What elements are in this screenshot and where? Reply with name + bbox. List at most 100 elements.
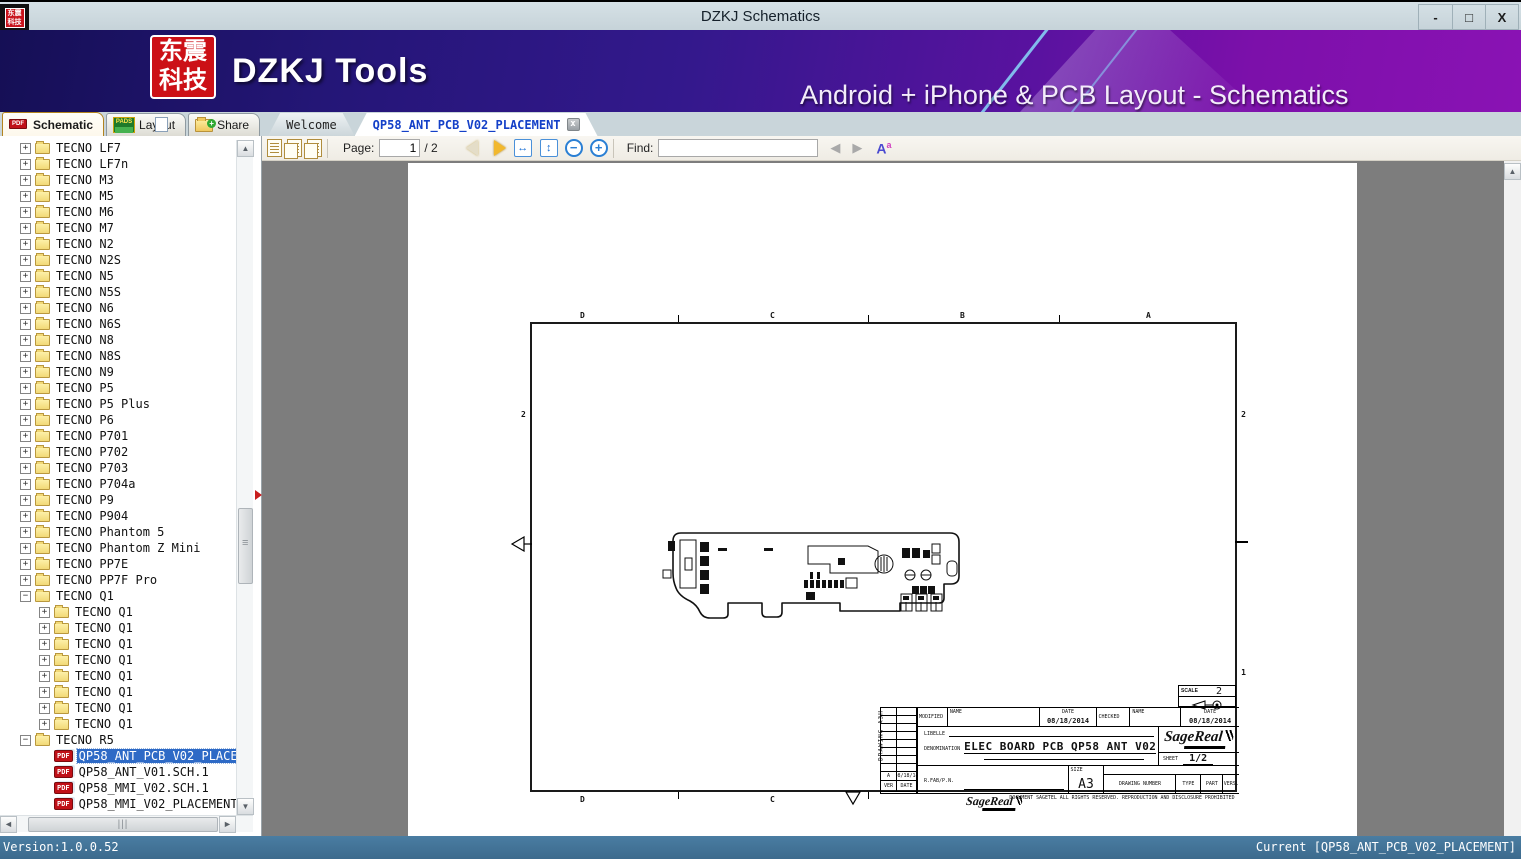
- collapse-icon[interactable]: −: [20, 734, 31, 746]
- expand-icon[interactable]: +: [20, 206, 31, 218]
- expand-icon[interactable]: +: [20, 158, 31, 170]
- tree-item[interactable]: + TECNO Q1: [0, 668, 236, 684]
- tree-item[interactable]: + TECNO PP7F Pro: [0, 572, 236, 588]
- expand-icon[interactable]: +: [39, 670, 50, 682]
- fit-page-icon[interactable]: ↕: [539, 139, 558, 157]
- tree-item[interactable]: + TECNO N5: [0, 268, 236, 284]
- expand-icon[interactable]: +: [39, 654, 50, 666]
- tree-item[interactable]: + TECNO Q1: [0, 636, 236, 652]
- expand-icon[interactable]: +: [20, 398, 31, 410]
- close-button[interactable]: X: [1485, 5, 1518, 29]
- tree-item[interactable]: + TECNO P904: [0, 508, 236, 524]
- expand-icon[interactable]: +: [20, 174, 31, 186]
- snapshot-icon[interactable]: [267, 139, 282, 157]
- expand-icon[interactable]: +: [20, 142, 31, 154]
- tab-schematic[interactable]: PDF Schematic: [2, 112, 168, 136]
- viewer-vertical-scrollbar[interactable]: ▲: [1504, 161, 1521, 836]
- tree-item[interactable]: + TECNO N2: [0, 236, 236, 252]
- tree-item[interactable]: + TECNO N6S: [0, 316, 236, 332]
- expand-icon[interactable]: +: [20, 366, 31, 378]
- expand-icon[interactable]: +: [20, 462, 31, 474]
- expand-icon[interactable]: +: [20, 350, 31, 362]
- expand-icon[interactable]: +: [20, 238, 31, 250]
- scroll-up-icon[interactable]: ▲: [237, 140, 254, 157]
- tree-item[interactable]: + TECNO PP7E: [0, 556, 236, 572]
- tree-item[interactable]: + TECNO M7: [0, 220, 236, 236]
- tree-item[interactable]: − TECNO R5: [0, 732, 236, 748]
- tree-item[interactable]: + TECNO P9: [0, 492, 236, 508]
- tree-item[interactable]: + TECNO N9: [0, 364, 236, 380]
- minimize-button[interactable]: -: [1419, 5, 1452, 29]
- expand-icon[interactable]: +: [39, 686, 50, 698]
- next-view-icon[interactable]: [304, 139, 322, 159]
- scroll-right-icon[interactable]: ►: [219, 816, 236, 833]
- doc-tab-current[interactable]: QP58_ANT_PCB_V02_PLACEMENT x: [355, 113, 598, 136]
- tree-item[interactable]: + TECNO M6: [0, 204, 236, 220]
- tree-item[interactable]: + TECNO N2S: [0, 252, 236, 268]
- maximize-button[interactable]: □: [1452, 5, 1485, 29]
- tree-item[interactable]: + TECNO P5: [0, 380, 236, 396]
- expand-icon[interactable]: +: [20, 190, 31, 202]
- expand-icon[interactable]: +: [39, 718, 50, 730]
- expand-icon[interactable]: +: [20, 574, 31, 586]
- tree-item[interactable]: + TECNO Q1: [0, 716, 236, 732]
- sidebar-horizontal-scrollbar[interactable]: ◄ ||| ►: [0, 815, 253, 833]
- previous-view-icon[interactable]: [284, 139, 302, 159]
- expand-icon[interactable]: +: [20, 254, 31, 266]
- previous-page-icon[interactable]: [465, 140, 478, 156]
- tree-item[interactable]: + TECNO Q1: [0, 620, 236, 636]
- expand-icon[interactable]: +: [20, 478, 31, 490]
- tree-item[interactable]: + TECNO Q1: [0, 652, 236, 668]
- tree-item[interactable]: + TECNO LF7: [0, 140, 236, 156]
- expand-icon[interactable]: +: [20, 558, 31, 570]
- zoom-out-icon[interactable]: −: [564, 139, 583, 157]
- sidebar-vertical-scrollbar[interactable]: ▲ ▼: [236, 140, 254, 815]
- tree-item[interactable]: − TECNO Q1: [0, 588, 236, 604]
- expand-icon[interactable]: +: [20, 334, 31, 346]
- tree-item[interactable]: + TECNO Phantom Z Mini: [0, 540, 236, 556]
- tree-item[interactable]: + TECNO Q1: [0, 684, 236, 700]
- expand-icon[interactable]: +: [20, 382, 31, 394]
- collapse-icon[interactable]: −: [20, 590, 31, 602]
- expand-icon[interactable]: +: [20, 318, 31, 330]
- next-page-icon[interactable]: [493, 140, 506, 156]
- tree-item[interactable]: PDFQP58_ANT_PCB_V02_PLACEMENT: [0, 748, 236, 764]
- tree-item[interactable]: + TECNO P702: [0, 444, 236, 460]
- tree-item[interactable]: + TECNO N5S: [0, 284, 236, 300]
- tab-share[interactable]: Share: [188, 113, 261, 136]
- match-case-icon[interactable]: Aa: [876, 140, 891, 157]
- expand-icon[interactable]: +: [39, 638, 50, 650]
- expand-icon[interactable]: +: [39, 606, 50, 618]
- tree-item[interactable]: + TECNO P5 Plus: [0, 396, 236, 412]
- find-next-icon[interactable]: ▶: [852, 140, 862, 156]
- expand-icon[interactable]: +: [20, 542, 31, 554]
- tree-item[interactable]: + TECNO M5: [0, 188, 236, 204]
- expand-icon[interactable]: +: [20, 286, 31, 298]
- fit-width-icon[interactable]: ↔: [513, 139, 532, 157]
- find-previous-icon[interactable]: ◀: [830, 140, 840, 156]
- tree-item[interactable]: + TECNO Q1: [0, 604, 236, 620]
- page-input[interactable]: [379, 139, 421, 157]
- expand-icon[interactable]: +: [39, 622, 50, 634]
- expand-icon[interactable]: +: [20, 430, 31, 442]
- tree-item[interactable]: + TECNO P703: [0, 460, 236, 476]
- tree-item[interactable]: PDF QP58_MMI_V02.SCH.1: [0, 780, 236, 796]
- tree-item[interactable]: PDF QP58_MMI_V02_PLACEMENT: [0, 796, 236, 812]
- scroll-down-icon[interactable]: ▼: [237, 798, 254, 815]
- tree-item[interactable]: + TECNO Phantom 5: [0, 524, 236, 540]
- splitter-collapse-arrow-icon[interactable]: [255, 490, 262, 500]
- expand-icon[interactable]: +: [20, 414, 31, 426]
- expand-icon[interactable]: +: [20, 494, 31, 506]
- scrollbar-thumb[interactable]: [238, 508, 253, 584]
- tree-item[interactable]: + TECNO P704a: [0, 476, 236, 492]
- expand-icon[interactable]: +: [39, 702, 50, 714]
- expand-icon[interactable]: +: [20, 270, 31, 282]
- tree-item[interactable]: + TECNO N8: [0, 332, 236, 348]
- expand-icon[interactable]: +: [20, 526, 31, 538]
- expand-icon[interactable]: +: [20, 222, 31, 234]
- tab-layout[interactable]: PADS Layout: [106, 113, 187, 136]
- find-input[interactable]: [658, 139, 819, 157]
- tree-item[interactable]: + TECNO N8S: [0, 348, 236, 364]
- tree-item[interactable]: + TECNO Q1: [0, 700, 236, 716]
- tree-item[interactable]: + TECNO LF7n: [0, 156, 236, 172]
